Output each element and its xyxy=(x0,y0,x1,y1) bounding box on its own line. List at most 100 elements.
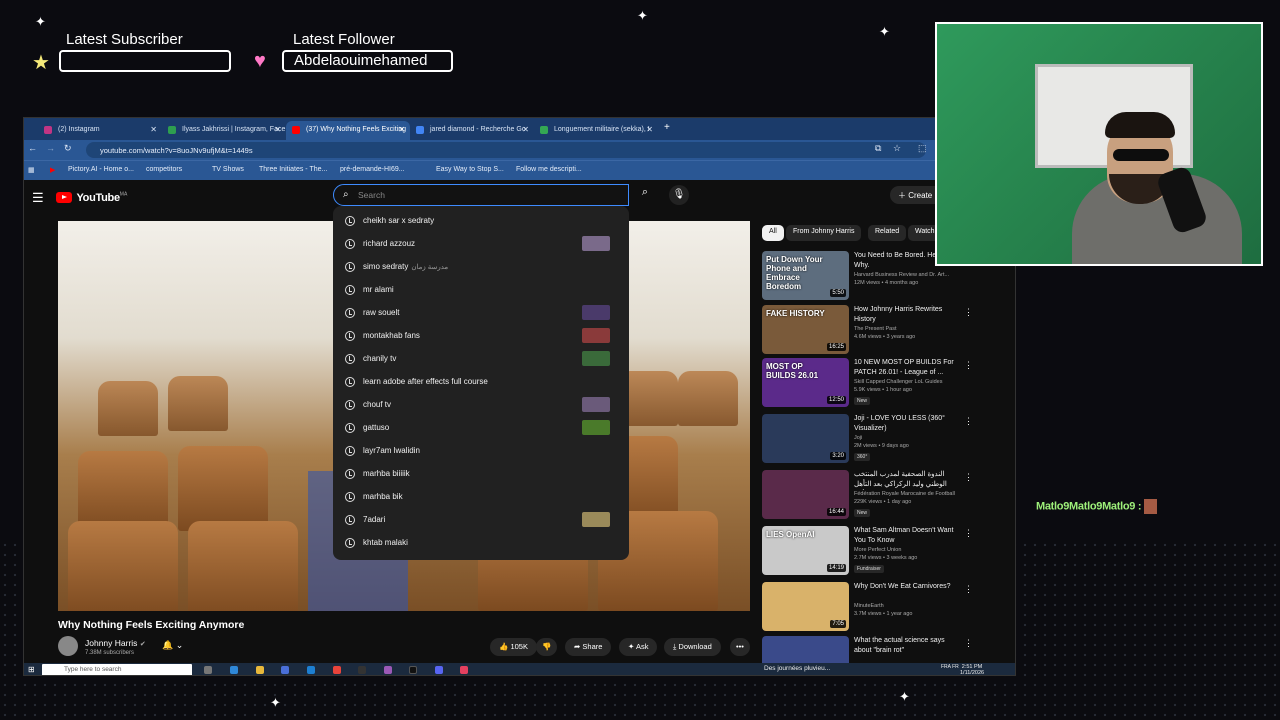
video-thumbnail[interactable]: MOST OP BUILDS 26.01 12:50 xyxy=(762,358,849,407)
install-app-icon[interactable]: ⧉ xyxy=(875,143,881,154)
more-vert-icon[interactable]: ⋮ xyxy=(964,307,973,318)
close-icon[interactable]: ✕ xyxy=(646,125,653,134)
video-thumbnail[interactable]: Put Down Your Phone and Embrace Boredom 5… xyxy=(762,251,849,300)
ask-button[interactable]: ✦ Ask xyxy=(619,638,658,656)
video-title-link[interactable]: How Johnny Harris Rewrites History xyxy=(854,305,958,325)
recommended-video[interactable]: 16:44 الندوة الصحفية لمدرب المنتخب الوطني… xyxy=(762,470,1012,520)
suggestion-item[interactable]: richard azzouz xyxy=(333,234,629,257)
clock[interactable]: 2:51 PM 1/11/2026 xyxy=(960,664,984,675)
suggestion-item[interactable]: layr7am lwalidin xyxy=(333,441,629,464)
menu-icon[interactable]: ☰ xyxy=(32,190,44,206)
discord-icon[interactable] xyxy=(435,666,443,674)
channel-name[interactable]: Johnny Harris ✔ xyxy=(85,638,146,648)
suggestion-item[interactable]: chouf tv xyxy=(333,395,629,418)
close-icon[interactable]: ✕ xyxy=(274,125,281,134)
suggestion-item[interactable]: learn adobe after effects full course xyxy=(333,372,629,395)
browser-tab[interactable]: Longuement militaire (sekka), I ✕ xyxy=(534,121,658,140)
video-title-link[interactable]: What Sam Altman Doesn't Want You To Know xyxy=(854,526,958,546)
channel-name[interactable]: Fédération Royale Marocaine de Football xyxy=(854,491,974,497)
suggestion-item[interactable]: montakhab fans xyxy=(333,326,629,349)
app-icon[interactable] xyxy=(307,666,315,674)
suggestion-item[interactable]: gattuso xyxy=(333,418,629,441)
recommended-video[interactable]: MOST OP BUILDS 26.01 12:50 10 NEW MOST OP … xyxy=(762,358,1012,408)
close-icon[interactable]: ✕ xyxy=(150,125,157,134)
close-icon[interactable]: ✕ xyxy=(522,125,529,134)
video-title-link[interactable]: 10 NEW MOST OP BUILDS For PATCH 26.01! -… xyxy=(854,358,958,378)
microphone-icon[interactable]: 🎙 xyxy=(669,185,689,205)
video-thumbnail[interactable]: FAKE HISTORY 16:25 xyxy=(762,305,849,354)
bookmark-item[interactable]: Easy Way to Stop S... xyxy=(436,166,504,173)
weather-widget[interactable]: Des journées pluvieu... xyxy=(764,665,830,672)
more-vert-icon[interactable]: ⋮ xyxy=(964,416,973,427)
chip-from-channel[interactable]: From Johnny Harris xyxy=(786,225,862,241)
chip-all[interactable]: All xyxy=(762,225,784,241)
file-explorer-icon[interactable] xyxy=(256,666,264,674)
chrome-icon[interactable] xyxy=(333,666,341,674)
new-tab-button[interactable]: + xyxy=(664,122,670,133)
taskbar-search[interactable]: Type here to search xyxy=(42,664,192,675)
apps-grid-icon[interactable]: ▦ xyxy=(28,166,35,174)
video-title-link[interactable]: What the actual science says about "brai… xyxy=(854,636,958,656)
channel-name[interactable]: Harvard Business Review and Dr. Art... xyxy=(854,272,974,278)
channel-avatar[interactable] xyxy=(58,636,78,656)
suggestion-thumbnail[interactable] xyxy=(582,512,610,527)
bookmark-item[interactable]: Pictory.AI - Home o... xyxy=(68,166,134,173)
store-icon[interactable] xyxy=(281,666,289,674)
dislike-button[interactable]: 👎 xyxy=(536,638,558,656)
browser-tab-active[interactable]: (37) Why Nothing Feels Exciting ✕ xyxy=(286,121,410,140)
youtube-logo[interactable]: YouTubeMA xyxy=(56,189,127,204)
video-title-link[interactable]: الندوة الصحفية لمدرب المنتخب الوطني وليد… xyxy=(854,470,958,490)
tiktok-icon[interactable] xyxy=(409,666,417,674)
suggestion-thumbnail[interactable] xyxy=(582,397,610,412)
app-icon[interactable] xyxy=(384,666,392,674)
channel-name[interactable]: Skill Capped Challenger LoL Guides xyxy=(854,379,974,385)
more-vert-icon[interactable]: ⋮ xyxy=(964,638,973,649)
suggestion-thumbnail[interactable] xyxy=(582,420,610,435)
like-button[interactable]: 👍 105K xyxy=(490,638,537,656)
suggestion-item[interactable]: cheikh sar x sedraty xyxy=(333,211,629,234)
more-actions-button[interactable]: ••• xyxy=(730,638,750,656)
notification-bell-icon[interactable]: 🔔 ⌄ xyxy=(162,640,183,651)
extensions-icon[interactable]: ⬚ xyxy=(918,143,927,154)
suggestion-item[interactable]: khtab malaki xyxy=(333,533,629,556)
search-box[interactable]: ⌕ xyxy=(333,184,629,206)
bookmark-folder[interactable]: competitors xyxy=(146,166,182,173)
forward-arrow-icon[interactable]: → xyxy=(46,143,55,153)
search-button[interactable]: ⌕ xyxy=(634,186,656,204)
url-field[interactable]: youtube.com/watch?v=8uoJNv9ufjM&t=1449s xyxy=(86,142,926,158)
bookmark-star-icon[interactable]: ☆ xyxy=(893,143,901,154)
reload-icon[interactable]: ↻ xyxy=(64,143,72,154)
chip-related[interactable]: Related xyxy=(868,225,907,241)
channel-name[interactable]: Joji xyxy=(854,435,974,441)
more-vert-icon[interactable]: ⋮ xyxy=(964,360,973,371)
recommended-video[interactable]: 7:05 Why Don't We Eat Carnivores? MinuteEa… xyxy=(762,582,1012,632)
browser-tab[interactable]: (2) Instagram ✕ xyxy=(38,121,162,140)
obs-icon[interactable] xyxy=(358,666,366,674)
more-vert-icon[interactable]: ⋮ xyxy=(964,528,973,539)
windows-start-icon[interactable]: ⊞ xyxy=(28,665,35,674)
video-title-link[interactable]: Why Don't We Eat Carnivores? xyxy=(854,582,958,592)
search-input[interactable] xyxy=(358,188,608,202)
bookmark-item[interactable]: Three Initiates - The... xyxy=(259,166,327,173)
suggestion-item[interactable]: raw souelt xyxy=(333,303,629,326)
channel-name[interactable]: The Present Past xyxy=(854,326,974,332)
channel-name[interactable]: More Perfect Union xyxy=(854,547,974,553)
recommended-video[interactable]: 3:20 Joji - LOVE YOU LESS (360° Visualize… xyxy=(762,414,1012,464)
video-thumbnail[interactable]: LIES OpenAI 14:19 xyxy=(762,526,849,575)
close-icon[interactable]: ✕ xyxy=(398,125,405,134)
browser-tab[interactable]: Ilyass Jakhrissi | Instagram, Face ✕ xyxy=(162,121,286,140)
more-vert-icon[interactable]: ⋮ xyxy=(964,584,973,595)
recommended-video[interactable]: LIES OpenAI 14:19 What Sam Altman Doesn't … xyxy=(762,526,1012,576)
suggestion-thumbnail[interactable] xyxy=(582,328,610,343)
task-view-icon[interactable] xyxy=(204,666,212,674)
suggestion-item[interactable]: simo sedraty مدرسة زمان xyxy=(333,257,629,280)
more-vert-icon[interactable]: ⋮ xyxy=(964,472,973,483)
bookmark-folder[interactable]: TV Shows xyxy=(212,166,244,173)
suggestion-item[interactable]: marhba bik xyxy=(333,487,629,510)
suggestion-thumbnail[interactable] xyxy=(582,351,610,366)
bookmark-item[interactable]: Follow me descripti... xyxy=(516,166,582,173)
app-icon[interactable] xyxy=(460,666,468,674)
edge-icon[interactable] xyxy=(230,666,238,674)
suggestion-item[interactable]: chanily tv xyxy=(333,349,629,372)
channel-name[interactable]: MinuteEarth xyxy=(854,603,974,609)
